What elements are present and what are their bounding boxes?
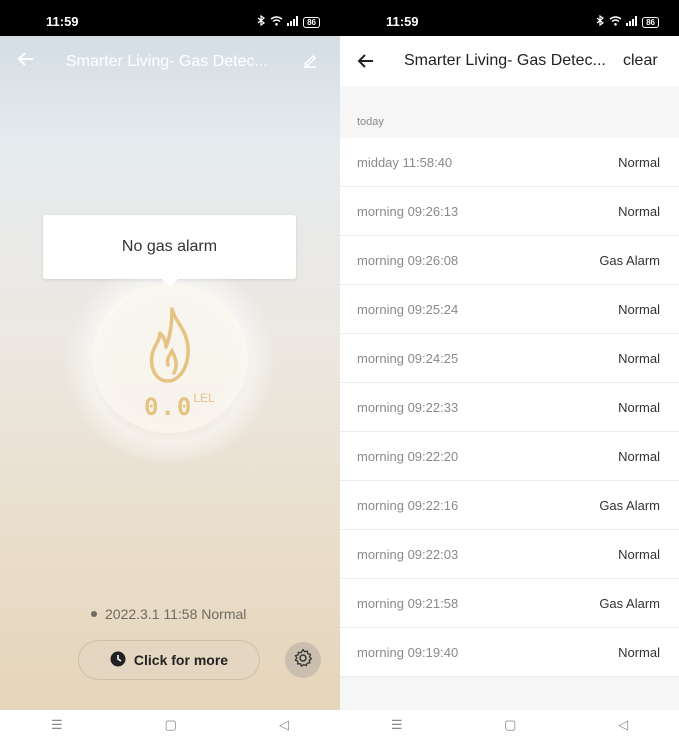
record-time: morning 09:26:08	[357, 252, 459, 268]
reading-unit: LEL	[193, 391, 215, 405]
signal-icon	[626, 13, 638, 31]
record-time: morning 09:21:58	[357, 595, 459, 611]
click-for-more-label: Click for more	[133, 652, 229, 668]
device-screen: 11:59 86 Smarter Living- Gas Detec... No…	[0, 0, 340, 740]
reading-value: 0.0	[144, 393, 194, 421]
record-time: morning 09:22:33	[357, 399, 459, 415]
record-time: morning 09:26:13	[357, 203, 459, 219]
record-status: Normal	[618, 203, 660, 219]
history-header: Smarter Living- Gas Detec... clear	[340, 36, 679, 86]
system-nav-bar: ☰ ▢ ◁	[0, 710, 340, 740]
list-item: morning 09:22:16 Gas Alarm	[340, 481, 679, 530]
home-icon[interactable]: ▢	[165, 717, 177, 733]
battery-icon: 86	[642, 16, 659, 28]
back-icon[interactable]: ◁	[279, 717, 289, 733]
gear-icon	[293, 648, 313, 673]
menu-icon[interactable]: ☰	[51, 717, 63, 733]
bluetooth-icon	[596, 13, 605, 31]
alarm-status-tooltip: No gas alarm	[43, 215, 296, 287]
record-time: morning 09:24:25	[357, 350, 459, 366]
history-title: Smarter Living- Gas Detec...	[404, 52, 606, 69]
edit-icon[interactable]	[302, 52, 318, 73]
back-arrow-icon[interactable]	[17, 50, 35, 73]
record-time: morning 09:22:03	[357, 546, 459, 562]
record-status: Normal	[618, 301, 660, 317]
system-nav-bar: ☰ ▢ ◁	[340, 710, 679, 740]
record-status: Normal	[618, 154, 660, 170]
record-status: Normal	[618, 448, 660, 464]
status-time: 11:59	[386, 14, 419, 29]
battery-icon: 86	[303, 16, 320, 28]
history-list: midday 11:58:40 Normal morning 09:26:13 No…	[340, 138, 679, 677]
record-status: Gas Alarm	[599, 497, 660, 513]
record-status: Normal	[618, 546, 660, 562]
list-item: morning 09:22:33 Normal	[340, 383, 679, 432]
record-status: Gas Alarm	[599, 252, 660, 268]
list-item: morning 09:22:20 Normal	[340, 432, 679, 481]
clock-icon	[110, 651, 126, 670]
record-time: morning 09:19:40	[357, 644, 459, 660]
device-title: Smarter Living- Gas Detec...	[66, 53, 268, 70]
bluetooth-icon	[257, 13, 266, 31]
record-status: Normal	[618, 399, 660, 415]
gas-reading: 0.0LEL	[144, 391, 215, 421]
list-item: morning 09:22:03 Normal	[340, 530, 679, 579]
signal-icon	[287, 13, 299, 31]
list-item: midday 11:58:40 Normal	[340, 138, 679, 187]
back-arrow-icon[interactable]	[357, 52, 375, 75]
settings-button[interactable]	[285, 642, 321, 678]
record-time: morning 09:22:16	[357, 497, 459, 513]
record-status: Gas Alarm	[599, 595, 660, 611]
last-status-text: 2022.3.1 11:58 Normal	[105, 606, 247, 622]
status-bar: 11:59 86	[340, 0, 679, 36]
record-status: Normal	[618, 644, 660, 660]
status-time: 11:59	[46, 14, 79, 29]
click-for-more-button[interactable]: Click for more	[78, 640, 260, 680]
list-item: morning 09:26:08 Gas Alarm	[340, 236, 679, 285]
section-label: today	[357, 116, 384, 128]
last-status: 2022.3.1 11:58 Normal	[91, 606, 246, 622]
list-item: morning 09:21:58 Gas Alarm	[340, 579, 679, 628]
flame-icon	[148, 307, 192, 388]
list-item: morning 09:26:13 Normal	[340, 187, 679, 236]
wifi-icon	[270, 13, 283, 31]
list-item: morning 09:24:25 Normal	[340, 334, 679, 383]
home-icon[interactable]: ▢	[504, 717, 516, 733]
list-item: morning 09:19:40 Normal	[340, 628, 679, 677]
wifi-icon	[609, 13, 622, 31]
record-time: morning 09:25:24	[357, 301, 459, 317]
record-status: Normal	[618, 350, 660, 366]
back-icon[interactable]: ◁	[618, 717, 628, 733]
list-item: morning 09:25:24 Normal	[340, 285, 679, 334]
history-screen: 11:59 86 Smarter Living- Gas Detec... cl…	[340, 0, 679, 740]
status-dot	[91, 611, 97, 617]
status-bar: 11:59 86	[0, 0, 340, 36]
menu-icon[interactable]: ☰	[391, 717, 403, 733]
record-time: morning 09:22:20	[357, 448, 459, 464]
clear-button[interactable]: clear	[623, 52, 658, 70]
record-time: midday 11:58:40	[357, 154, 453, 170]
